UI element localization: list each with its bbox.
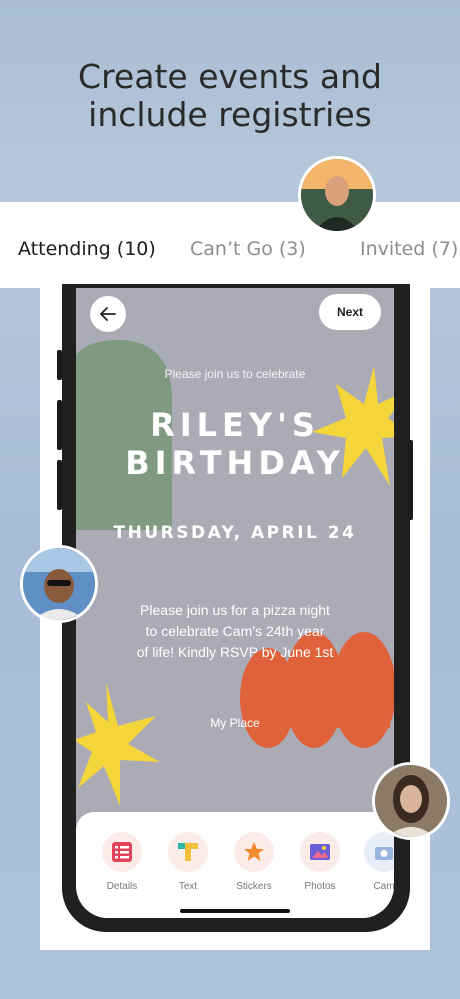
tab-attending-count: (10) [116, 238, 156, 260]
invitation-date[interactable]: THURSDAY, APRIL 24 [76, 523, 394, 543]
invitation-body-line-3: of life! Kindly RSVP by June 1st [136, 644, 334, 660]
tab-cant-go[interactable]: Can’t Go (3) [190, 238, 306, 260]
invitation-title[interactable]: RILEY'S BIRTHDAY [76, 406, 394, 482]
tool-stickers[interactable]: Stickers [224, 832, 284, 892]
next-button[interactable]: Next [319, 294, 381, 330]
star-sticker-icon [234, 832, 274, 872]
back-button[interactable] [90, 296, 126, 332]
phone-volume-down [57, 460, 62, 510]
phone-power-button [408, 440, 413, 520]
headline-line-2: include registries [88, 95, 372, 134]
headline: Create events and include registries [0, 58, 460, 134]
phone-side-button [57, 350, 62, 380]
guest-photo [23, 548, 95, 620]
camera-icon [364, 832, 394, 872]
guest-photo [375, 765, 447, 837]
invitation-body-line-2: to celebrate Cam’s 24th year [145, 623, 325, 639]
invitation-body[interactable]: Please join us for a pizza night to cele… [106, 600, 364, 663]
tab-cant-go-count: (3) [278, 238, 306, 260]
invitation-title-line-1: RILEY'S [150, 406, 320, 444]
tool-camera-label: Cam [373, 881, 394, 892]
tab-attending[interactable]: Attending (10) [18, 238, 156, 260]
tool-stickers-label: Stickers [236, 881, 272, 892]
tool-text[interactable]: Text [158, 832, 218, 892]
back-arrow-icon [100, 307, 116, 321]
tab-cant-go-label: Can’t Go [190, 238, 273, 260]
photos-icon [300, 832, 340, 872]
editor-toolbar: Details Text Stickers Photos Cam [76, 812, 394, 918]
yellow-star-sticker-bottom[interactable] [76, 682, 164, 806]
headline-line-1: Create events and [78, 57, 382, 96]
invitation-place[interactable]: My Place [76, 716, 394, 730]
home-indicator [180, 909, 290, 913]
invitation-title-line-2: BIRTHDAY [125, 444, 345, 482]
invitation-screen: Next Please join us to celebrate RILEY'S… [76, 288, 394, 918]
tool-text-label: Text [178, 881, 198, 892]
guest-avatar-middle[interactable] [20, 545, 98, 623]
tab-invited-count: (7) [431, 238, 459, 260]
guest-photo [301, 159, 373, 231]
tool-photos-label: Photos [304, 881, 336, 892]
tool-details-label: Details [106, 881, 138, 892]
phone-volume-up [57, 400, 62, 450]
tab-attending-label: Attending [18, 238, 111, 260]
tool-details[interactable]: Details [92, 832, 152, 892]
tool-camera[interactable]: Cam [354, 832, 394, 892]
guest-avatar-top[interactable] [298, 156, 376, 234]
invitation-body-line-1: Please join us for a pizza night [140, 602, 330, 618]
text-icon [168, 832, 208, 872]
invitation-intro[interactable]: Please join us to celebrate [76, 367, 394, 381]
tool-photos[interactable]: Photos [290, 832, 350, 892]
tab-invited[interactable]: Invited (7) [360, 238, 458, 260]
guest-avatar-bottom[interactable] [372, 762, 450, 840]
tab-invited-label: Invited [360, 238, 426, 260]
details-icon [102, 832, 142, 872]
